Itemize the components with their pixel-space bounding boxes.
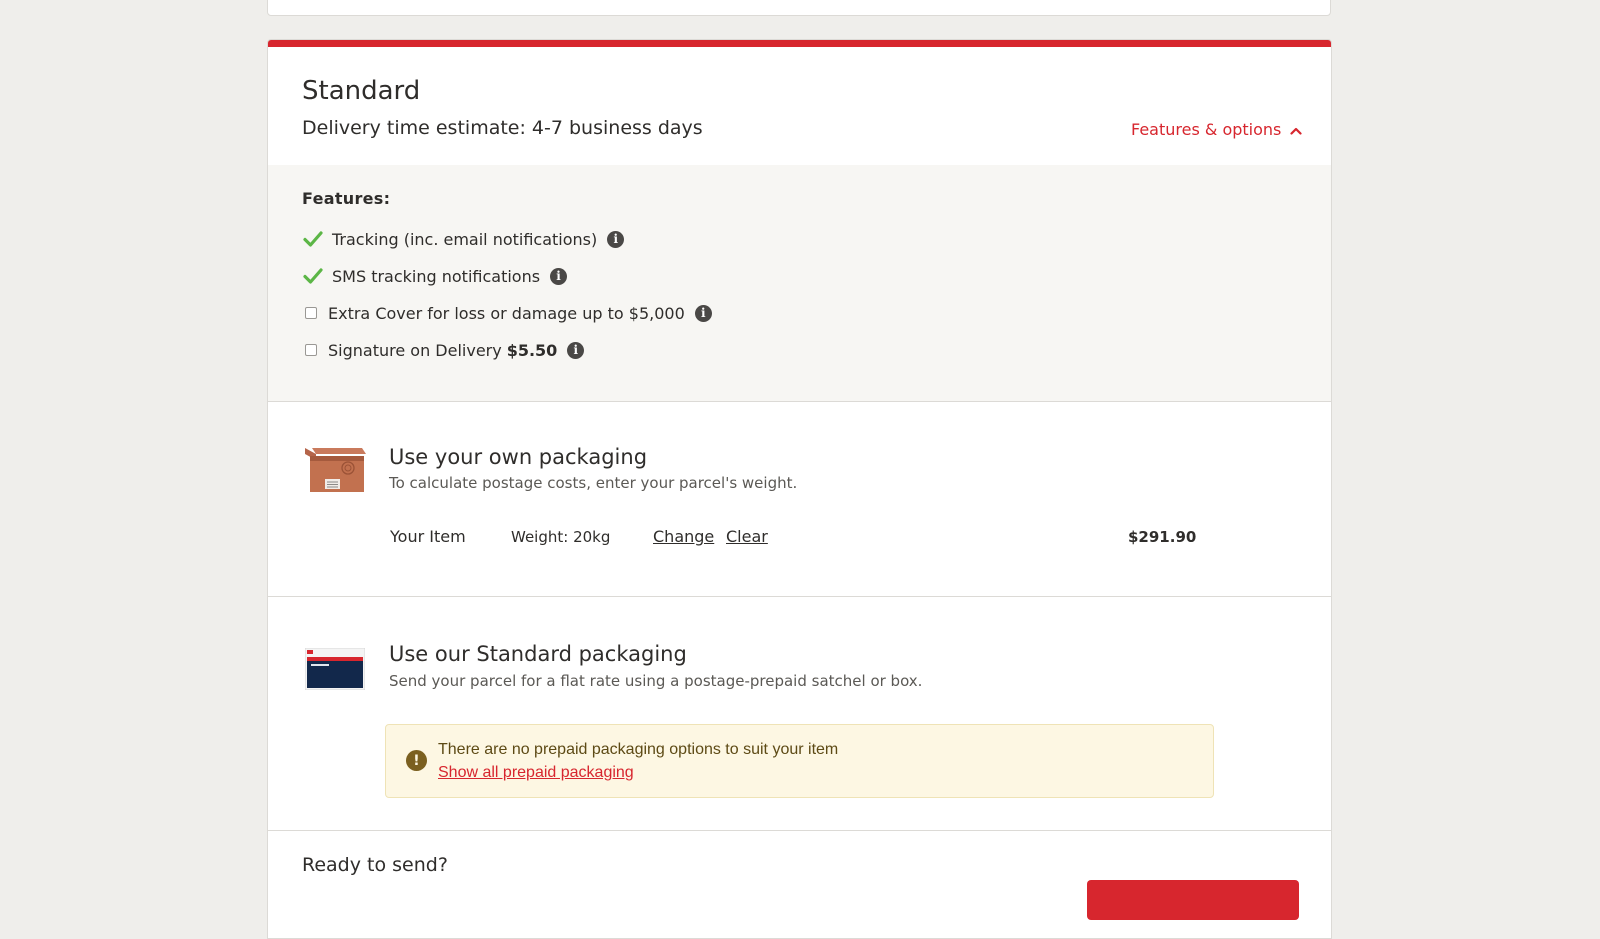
previous-service-card <box>267 0 1331 16</box>
clear-link[interactable]: Clear <box>726 527 768 546</box>
standard-packaging-subtitle: Send your parcel for a flat rate using a… <box>389 672 923 690</box>
chevron-up-icon <box>1290 127 1303 135</box>
checkmark-icon <box>303 268 323 284</box>
ready-to-send-title: Ready to send? <box>302 854 448 876</box>
service-title: Standard <box>302 76 421 106</box>
extra-cover-checkbox[interactable] <box>305 307 317 319</box>
features-toggle-label: Features & options <box>1131 120 1282 139</box>
info-icon[interactable]: i <box>694 304 712 322</box>
item-label: Your Item <box>390 527 466 546</box>
feature-extra-cover: Extra Cover for loss or damage up to $5,… <box>302 301 712 325</box>
feature-signature: Signature on Delivery $5.50 i <box>302 338 585 362</box>
features-heading: Features: <box>302 189 391 208</box>
section-divider <box>268 830 1331 831</box>
own-packaging-title: Use your own packaging <box>389 445 648 469</box>
change-link[interactable]: Change <box>653 527 714 546</box>
delivery-estimate: Delivery time estimate: 4-7 business day… <box>302 117 703 139</box>
prepaid-satchel-icon <box>305 648 365 690</box>
section-divider <box>268 596 1331 597</box>
feature-sms-tracking: SMS tracking notifications i <box>302 264 568 288</box>
feature-label: Signature on Delivery <box>328 340 502 360</box>
features-panel: Features: Tracking (inc. email notificat… <box>268 165 1331 402</box>
feature-label: SMS tracking notifications <box>332 266 541 286</box>
exclamation-icon: ! <box>406 750 427 771</box>
box-icon <box>305 448 366 492</box>
service-accent-bar <box>268 40 1331 47</box>
feature-label: Extra Cover for loss or damage up to $5,… <box>328 303 685 323</box>
signature-checkbox[interactable] <box>305 344 317 356</box>
standard-packaging-title: Use our Standard packaging <box>389 642 687 666</box>
ready-action-button[interactable] <box>1087 880 1299 920</box>
alert-text: There are no prepaid packaging options t… <box>438 741 839 758</box>
info-icon[interactable]: i <box>607 230 625 248</box>
own-packaging-subtitle: To calculate postage costs, enter your p… <box>389 474 798 492</box>
features-options-toggle[interactable]: Features & options <box>1131 120 1303 139</box>
info-icon[interactable]: i <box>567 341 585 359</box>
info-icon[interactable]: i <box>550 267 568 285</box>
feature-price: $5.50 <box>506 340 558 360</box>
item-weight: Weight: 20kg <box>511 528 611 546</box>
show-all-prepaid-link[interactable]: Show all prepaid packaging <box>438 764 634 782</box>
item-price: $291.90 <box>1128 528 1197 546</box>
no-prepaid-alert: ! There are no prepaid packaging options… <box>385 724 1214 798</box>
feature-tracking: Tracking (inc. email notifications) i <box>302 227 625 251</box>
service-card-standard: Standard Delivery time estimate: 4-7 bus… <box>267 39 1332 939</box>
checkmark-icon <box>303 231 323 247</box>
feature-label: Tracking (inc. email notifications) <box>332 229 598 249</box>
